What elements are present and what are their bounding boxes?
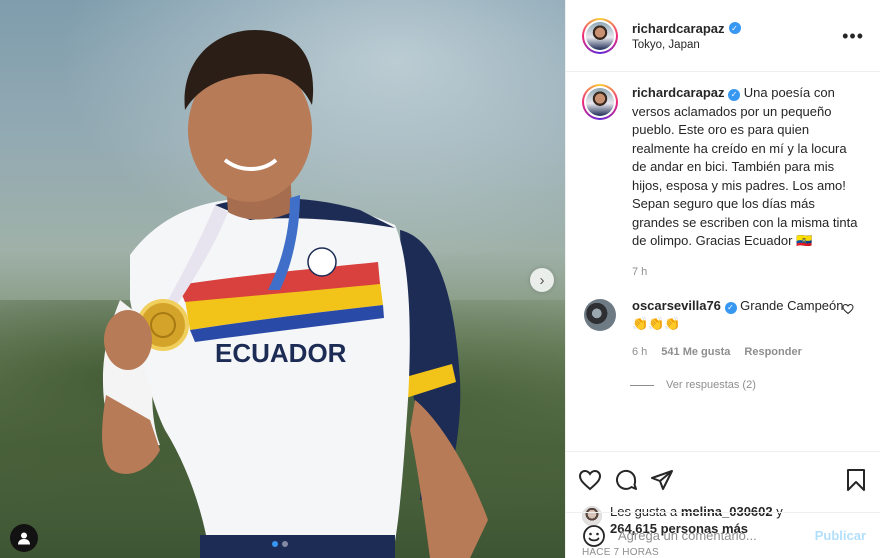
add-comment-bar: Publicar xyxy=(566,512,880,558)
next-photo-button[interactable]: › xyxy=(530,268,554,292)
publish-button[interactable]: Publicar xyxy=(815,528,866,543)
post-location[interactable]: Tokyo, Japan xyxy=(632,39,741,51)
olympic-emblem xyxy=(307,247,337,277)
comment-input[interactable] xyxy=(618,528,815,543)
post-caption: richardcarapaz ✓ Una poesía con versos a… xyxy=(582,84,864,281)
hand xyxy=(104,310,152,370)
person-tag-icon xyxy=(18,532,30,545)
jersey-text: ECUADOR xyxy=(215,338,347,368)
comment-item: oscarsevilla76 ✓ Grande Campeón 👏👏👏 6 h … xyxy=(582,297,864,361)
caption-username[interactable]: richardcarapaz ✓ xyxy=(632,85,741,102)
instagram-post: ECUADOR › richardcarapaz ✓ Tokyo, Japan … xyxy=(0,0,880,558)
comment-reply-button[interactable]: Responder xyxy=(744,343,801,361)
carousel-indicator xyxy=(272,541,288,547)
carousel-dot-2 xyxy=(282,541,288,547)
comment-button[interactable] xyxy=(614,462,650,498)
emoji-icon xyxy=(583,524,605,547)
share-icon xyxy=(651,470,673,490)
emoji-button[interactable] xyxy=(582,524,606,548)
commenter-avatar[interactable] xyxy=(584,299,616,331)
heart-icon xyxy=(578,469,602,491)
verified-badge-icon: ✓ xyxy=(728,22,741,34)
like-button[interactable] xyxy=(578,462,614,498)
caption-time[interactable]: 7 h xyxy=(632,263,864,282)
verified-badge-icon: ✓ xyxy=(724,302,737,314)
post-side-panel: richardcarapaz ✓ Tokyo, Japan ••• richar… xyxy=(565,0,880,558)
comment-meta: 6 h 541 Me gusta Responder xyxy=(632,343,847,361)
shorts xyxy=(200,535,395,558)
caption-text: Una poesía con versos aclamados por un p… xyxy=(632,85,858,248)
verified-badge-icon: ✓ xyxy=(728,89,741,102)
post-photo[interactable]: ECUADOR › xyxy=(0,0,565,558)
carousel-dot-1 xyxy=(272,541,278,547)
view-replies-button[interactable]: Ver respuestas (2) xyxy=(630,379,864,391)
cyclist-figure: ECUADOR xyxy=(102,30,488,558)
bookmark-icon xyxy=(847,469,865,491)
chevron-right-icon: › xyxy=(539,271,545,289)
action-icons-row xyxy=(578,460,868,500)
save-button[interactable] xyxy=(832,462,868,498)
jersey-body xyxy=(130,197,410,558)
comment-time[interactable]: 6 h xyxy=(632,343,647,361)
comments-section: richardcarapaz ✓ Una poesía con versos a… xyxy=(566,72,880,451)
commenter-username[interactable]: oscarsevilla76 ✓ xyxy=(632,298,737,314)
comment-likes[interactable]: 541 Me gusta xyxy=(661,343,730,361)
comment-like-heart-icon[interactable] xyxy=(842,303,854,315)
replies-divider-line xyxy=(630,384,654,386)
caption-author-avatar[interactable] xyxy=(582,84,618,120)
author-avatar[interactable] xyxy=(582,17,618,54)
author-username[interactable]: richardcarapaz ✓ xyxy=(632,21,741,36)
comment-icon xyxy=(616,469,637,490)
more-options-icon[interactable]: ••• xyxy=(842,27,864,45)
post-header: richardcarapaz ✓ Tokyo, Japan ••• xyxy=(566,0,880,72)
share-button[interactable] xyxy=(650,462,686,498)
tagged-people-button[interactable] xyxy=(10,524,38,552)
